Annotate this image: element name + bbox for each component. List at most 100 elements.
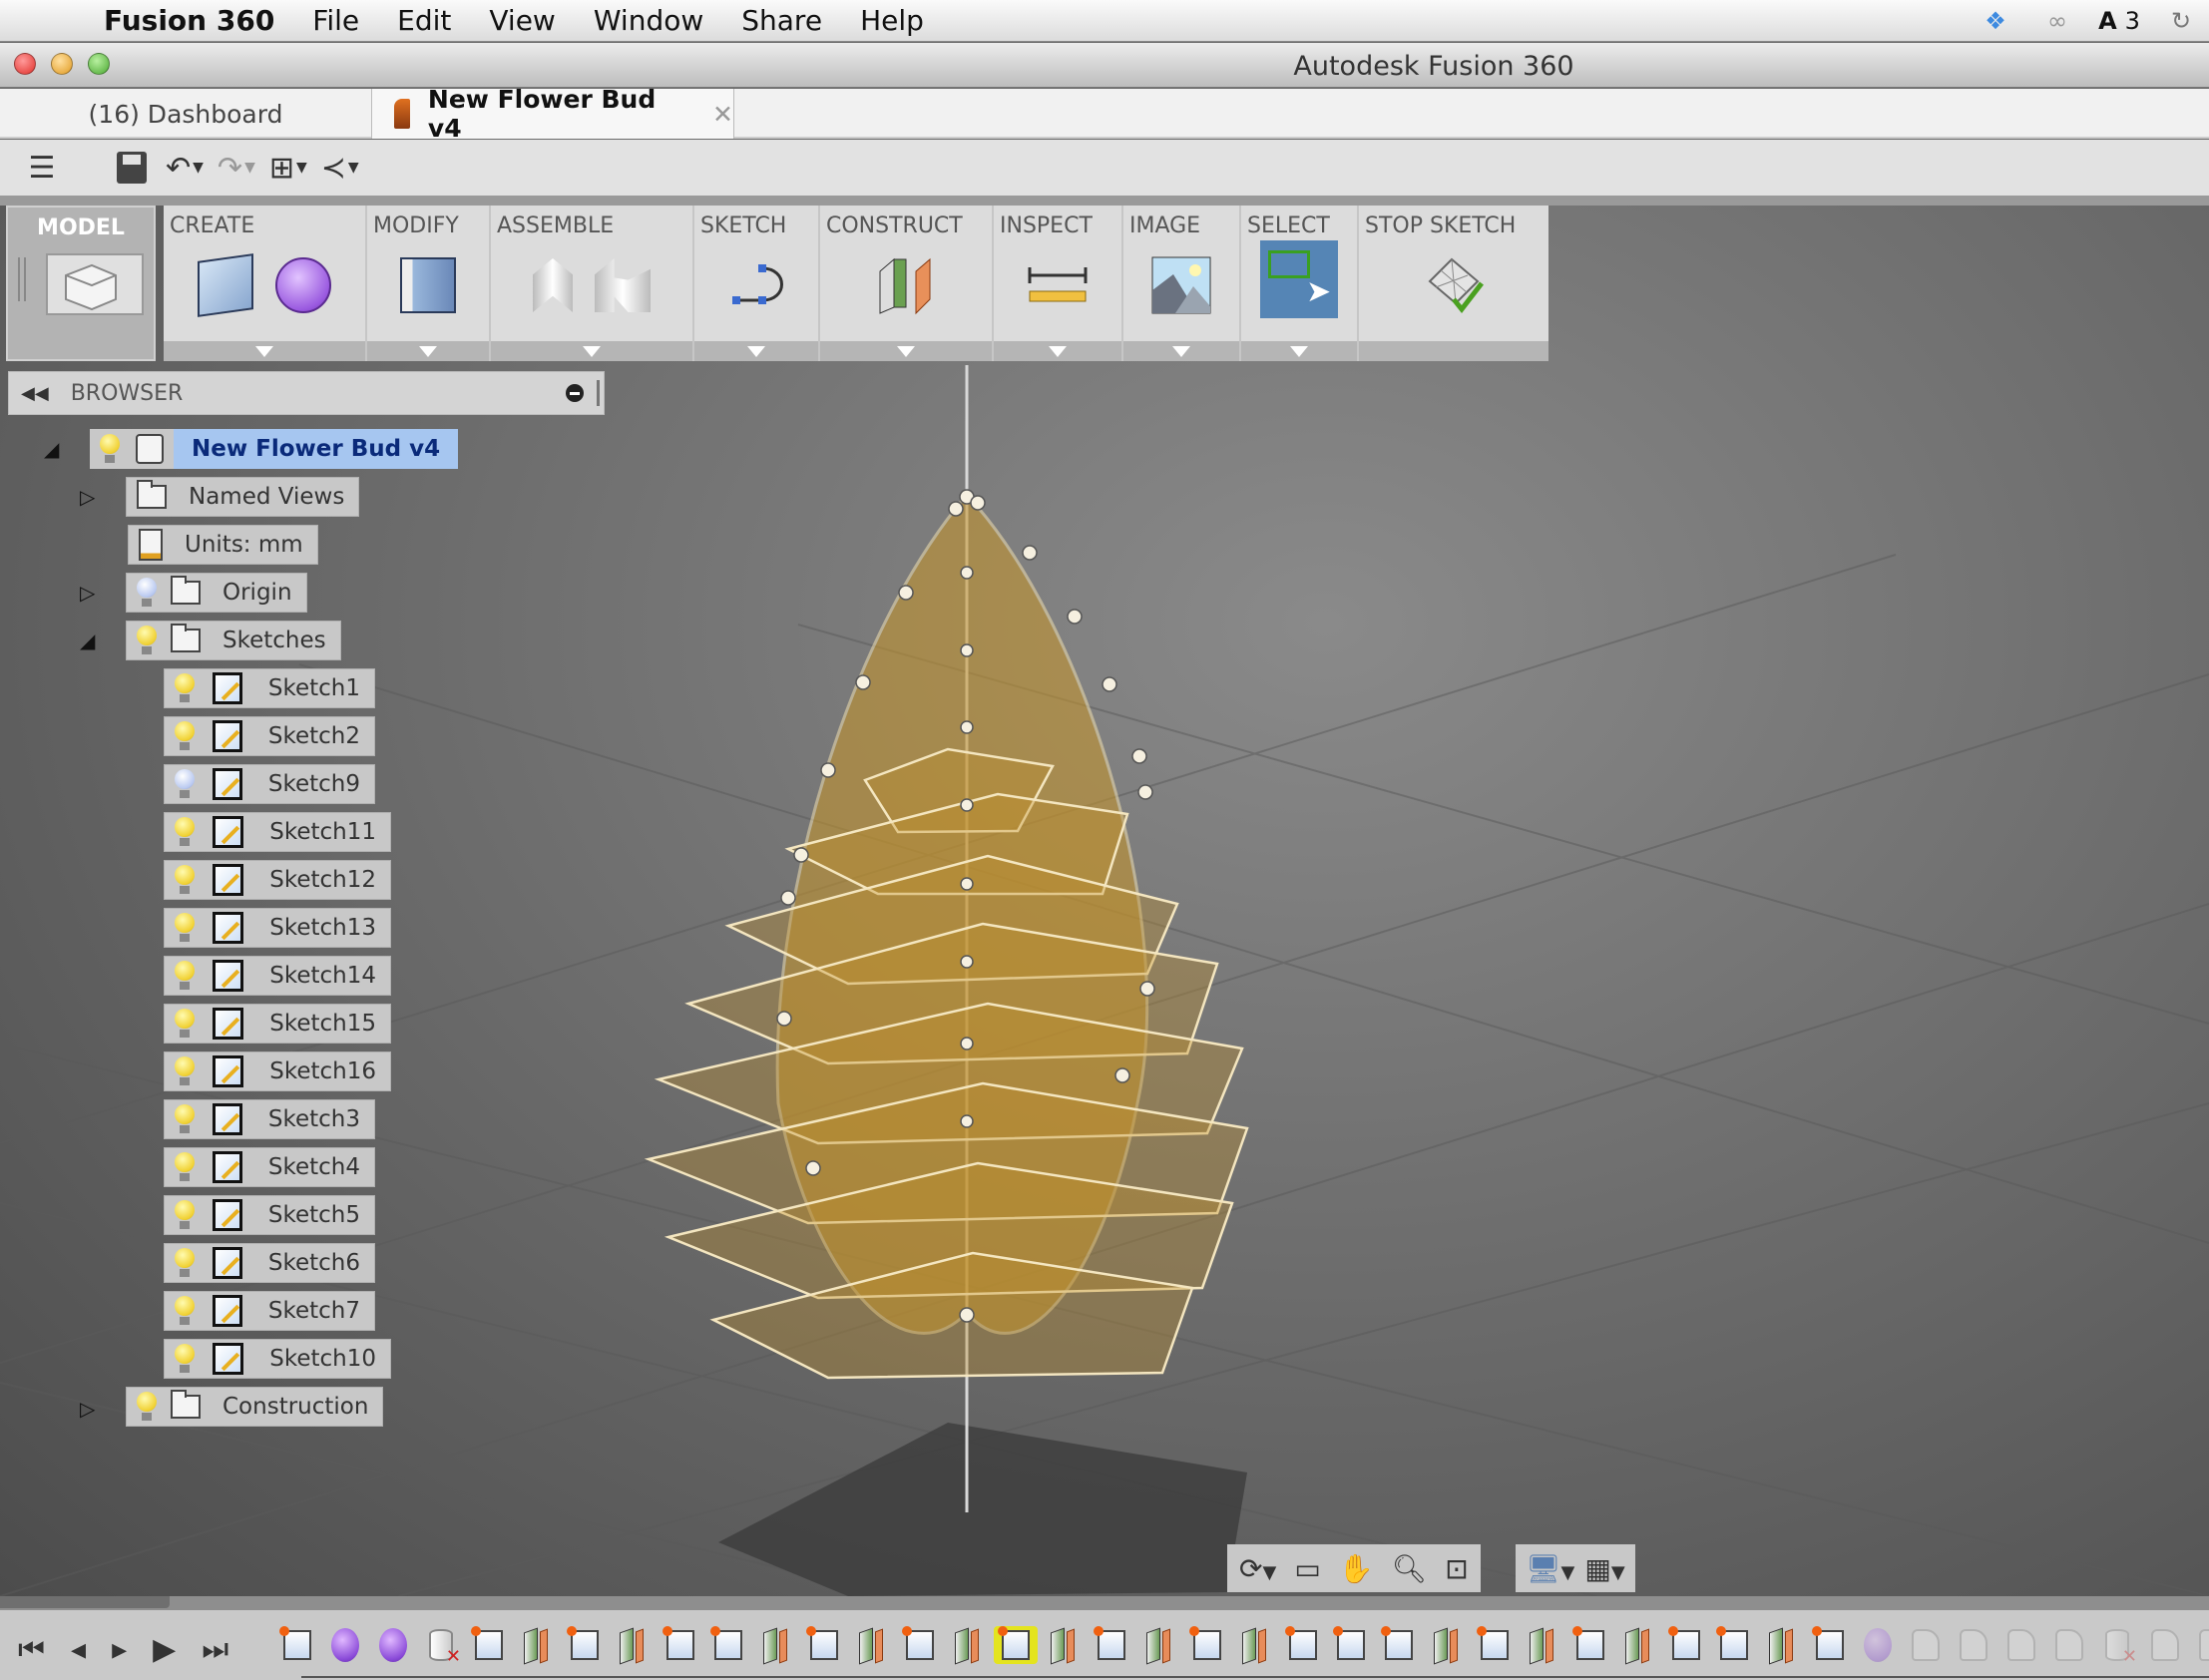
tree-sketch-item[interactable]: Sketch5 bbox=[164, 1195, 375, 1235]
panel-inspect[interactable]: INSPECT bbox=[994, 206, 1123, 361]
timeline-feature-sketch[interactable] bbox=[1477, 1626, 1511, 1664]
assemble-dropdown[interactable] bbox=[491, 341, 692, 361]
grid-settings-icon[interactable]: ▦▼ bbox=[1584, 1552, 1624, 1585]
measure-icon[interactable] bbox=[1026, 265, 1090, 305]
timeline-feature-sketch[interactable] bbox=[902, 1626, 936, 1664]
visibility-bulb-icon[interactable] bbox=[175, 865, 195, 895]
dropbox-icon[interactable]: ❖ bbox=[1978, 6, 2013, 36]
timeline-feature-sketch[interactable] bbox=[1285, 1626, 1319, 1664]
visibility-bulb-icon[interactable] bbox=[175, 1009, 195, 1039]
step-forward-icon[interactable]: ▸ bbox=[112, 1632, 127, 1667]
collapse-arrow-icon[interactable]: ◢ bbox=[44, 437, 59, 461]
select-dropdown[interactable] bbox=[1241, 341, 1357, 361]
tree-named-views[interactable]: Named Views bbox=[126, 477, 360, 517]
menu-help[interactable]: Help bbox=[860, 4, 924, 37]
timeline-feature-sketch[interactable] bbox=[1094, 1626, 1127, 1664]
visibility-bulb-icon[interactable] bbox=[175, 1056, 195, 1086]
visibility-bulb-icon[interactable] bbox=[175, 1248, 195, 1278]
panel-image[interactable]: IMAGE bbox=[1123, 206, 1241, 361]
image-icon[interactable] bbox=[1151, 256, 1211, 314]
data-structure-icon[interactable]: ⊞ ▼ bbox=[269, 148, 307, 188]
tree-units[interactable]: Units: mm bbox=[128, 525, 318, 565]
visibility-bulb-icon[interactable] bbox=[175, 1344, 195, 1374]
panel-modify[interactable]: MODIFY bbox=[367, 206, 491, 361]
look-at-icon[interactable]: ▭ bbox=[1294, 1552, 1320, 1585]
timeline-feature-move[interactable] bbox=[2053, 1626, 2085, 1664]
redo-icon[interactable]: ↷ ▼ bbox=[218, 148, 255, 188]
visibility-bulb-icon[interactable] bbox=[175, 1152, 195, 1182]
timeline-feature-sketch[interactable] bbox=[994, 1626, 1038, 1664]
collapse-arrow-icon[interactable]: ◢ bbox=[80, 629, 95, 652]
modify-dropdown[interactable] bbox=[367, 341, 489, 361]
timeline-feature-delete[interactable] bbox=[2101, 1626, 2137, 1667]
panel-assemble[interactable]: ASSEMBLE bbox=[491, 206, 694, 361]
browser-minimize-icon[interactable] bbox=[566, 384, 584, 402]
timeline-feature-plane[interactable] bbox=[1622, 1626, 1654, 1664]
timeline-feature-plane[interactable] bbox=[1431, 1626, 1463, 1664]
press-pull-icon[interactable] bbox=[400, 257, 456, 313]
timeline-feature-plane[interactable] bbox=[521, 1626, 553, 1664]
play-icon[interactable]: ▶ bbox=[153, 1632, 176, 1667]
save-icon[interactable] bbox=[112, 148, 152, 188]
form-sphere-icon[interactable] bbox=[275, 257, 331, 313]
timeline-feature-generic[interactable] bbox=[2005, 1626, 2037, 1664]
timeline-feature-sketch[interactable] bbox=[1668, 1626, 1702, 1664]
menu-icon[interactable]: ☰ bbox=[22, 148, 62, 188]
stop-sketch-icon[interactable] bbox=[1422, 255, 1486, 315]
as-built-joint-icon[interactable] bbox=[595, 258, 651, 312]
menu-window[interactable]: Window bbox=[594, 4, 703, 37]
select-icon[interactable]: ➤ bbox=[1260, 240, 1338, 318]
visibility-bulb-icon[interactable] bbox=[175, 673, 195, 703]
timeline-feature-delete[interactable] bbox=[425, 1626, 461, 1667]
timeline-feature-sketch[interactable] bbox=[471, 1626, 505, 1664]
creative-cloud-icon[interactable]: ∞ bbox=[2039, 6, 2075, 36]
menu-edit[interactable]: Edit bbox=[397, 4, 451, 37]
tree-sketch-item[interactable]: Sketch1 bbox=[164, 668, 375, 708]
timeline-feature-sketch[interactable] bbox=[1189, 1626, 1223, 1664]
timeline-feature-plane[interactable] bbox=[617, 1626, 649, 1664]
construct-dropdown[interactable] bbox=[820, 341, 992, 361]
tree-origin[interactable]: Origin bbox=[126, 573, 307, 613]
timeline-feature-plane[interactable] bbox=[1527, 1626, 1558, 1664]
joint-icon[interactable] bbox=[533, 258, 573, 312]
tree-sketch-item[interactable]: Sketch14 bbox=[164, 956, 391, 996]
menu-file[interactable]: File bbox=[312, 4, 359, 37]
visibility-bulb-icon[interactable] bbox=[175, 1296, 195, 1326]
visibility-bulb-icon[interactable] bbox=[100, 434, 120, 464]
sync-icon[interactable]: ↻ bbox=[2163, 6, 2199, 36]
tree-sketch-item[interactable]: Sketch13 bbox=[164, 908, 391, 948]
visibility-bulb-icon[interactable] bbox=[137, 578, 157, 608]
timeline-feature-sketch[interactable] bbox=[567, 1626, 601, 1664]
tab-dashboard[interactable]: (16) Dashboard bbox=[0, 89, 371, 139]
tree-sketch-item[interactable]: Sketch6 bbox=[164, 1243, 375, 1283]
visibility-bulb-icon[interactable] bbox=[137, 626, 157, 655]
timeline-feature-sketch[interactable] bbox=[279, 1626, 313, 1664]
timeline-feature-sketch[interactable] bbox=[1381, 1626, 1415, 1664]
timeline-feature-sketch[interactable] bbox=[806, 1626, 840, 1664]
app-menu[interactable]: Fusion 360 bbox=[104, 4, 274, 37]
box-icon[interactable] bbox=[198, 253, 253, 317]
fit-icon[interactable]: ⊡ bbox=[1445, 1552, 1468, 1585]
tree-sketch-item[interactable]: Sketch7 bbox=[164, 1291, 375, 1331]
expand-arrow-icon[interactable]: ▷ bbox=[80, 581, 95, 605]
panel-sketch[interactable]: SKETCH bbox=[694, 206, 820, 361]
go-to-start-icon[interactable]: ⏮ bbox=[18, 1632, 45, 1667]
timeline-feature-generic[interactable] bbox=[2149, 1626, 2181, 1664]
step-back-icon[interactable]: ◂ bbox=[71, 1632, 86, 1667]
menu-share[interactable]: Share bbox=[741, 4, 822, 37]
create-dropdown[interactable] bbox=[164, 341, 365, 361]
timeline-feature-sketch[interactable] bbox=[1716, 1626, 1750, 1664]
panel-stop-sketch[interactable]: STOP SKETCH bbox=[1359, 206, 1548, 361]
timeline-feature-plane[interactable] bbox=[856, 1626, 888, 1664]
expand-arrow-icon[interactable]: ▷ bbox=[80, 1397, 95, 1421]
expand-arrow-icon[interactable]: ▷ bbox=[80, 485, 95, 509]
tree-sketch-item[interactable]: Sketch11 bbox=[164, 812, 391, 852]
tree-sketch-item[interactable]: Sketch3 bbox=[164, 1099, 375, 1139]
visibility-bulb-icon[interactable] bbox=[137, 1392, 157, 1422]
timeline-scrollbar[interactable] bbox=[0, 1596, 170, 1608]
adobe-icon[interactable]: A3 bbox=[2098, 6, 2140, 36]
browser-resize-handle[interactable] bbox=[597, 380, 600, 406]
visibility-bulb-icon[interactable] bbox=[175, 913, 195, 943]
visibility-bulb-icon[interactable] bbox=[175, 817, 195, 847]
tab-new-flower-bud[interactable]: New Flower Bud v4 ✕ bbox=[371, 85, 734, 143]
